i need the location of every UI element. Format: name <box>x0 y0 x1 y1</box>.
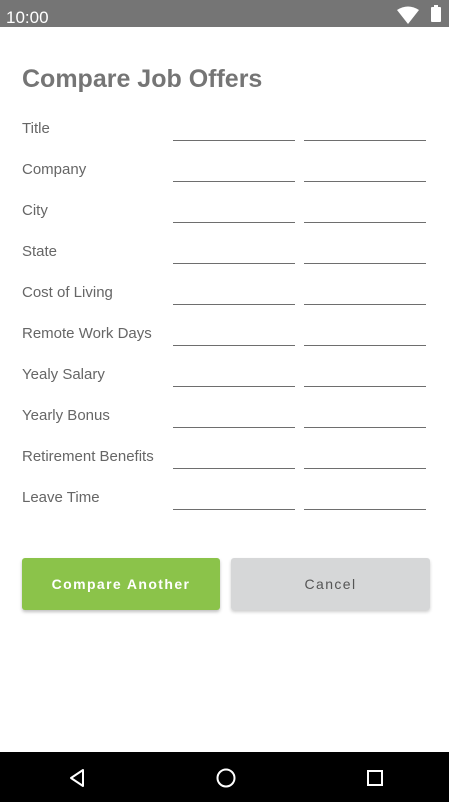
leave-time-input-offer-2[interactable] <box>304 487 426 510</box>
field-label-cost-of-living: Cost of Living <box>22 284 113 301</box>
city-input-offer-1[interactable] <box>173 200 295 223</box>
retirement-benefits-input-offer-1[interactable] <box>173 446 295 469</box>
field-label-city: City <box>22 202 48 219</box>
retirement-benefits-input-offer-2[interactable] <box>304 446 426 469</box>
form-row-state: State <box>0 233 449 274</box>
status-icons <box>397 5 441 24</box>
remote-work-days-input-offer-2[interactable] <box>304 323 426 346</box>
status-bar: 10:00 <box>0 0 449 27</box>
field-label-yearly-salary: Yealy Salary <box>22 366 105 383</box>
yearly-salary-input-offer-1[interactable] <box>173 364 295 387</box>
form-row-city: City <box>0 192 449 233</box>
form-row-yearly-bonus: Yearly Bonus <box>0 397 449 438</box>
cost-of-living-input-offer-2[interactable] <box>304 282 426 305</box>
title-input-offer-1[interactable] <box>173 118 295 141</box>
remote-work-days-input-offer-1[interactable] <box>173 323 295 346</box>
field-label-retirement-benefits: Retirement Benefits <box>22 448 154 465</box>
navigation-bar <box>0 752 449 802</box>
page-title: Compare Job Offers <box>22 65 263 93</box>
form-row-remote-work-days: Remote Work Days <box>0 315 449 356</box>
field-label-remote-work-days: Remote Work Days <box>22 325 152 342</box>
wifi-icon <box>397 6 419 24</box>
form-row-yearly-salary: Yealy Salary <box>0 356 449 397</box>
yearly-bonus-input-offer-1[interactable] <box>173 405 295 428</box>
company-input-offer-2[interactable] <box>304 159 426 182</box>
cost-of-living-input-offer-1[interactable] <box>173 282 295 305</box>
leave-time-input-offer-1[interactable] <box>173 487 295 510</box>
status-time: 10:00 <box>6 8 49 27</box>
job-compare-form: Title Company City State Cost of Living … <box>0 110 449 520</box>
home-circle-icon[interactable] <box>215 767 237 789</box>
company-input-offer-1[interactable] <box>173 159 295 182</box>
city-input-offer-2[interactable] <box>304 200 426 223</box>
cancel-button[interactable]: Cancel <box>231 558 430 610</box>
field-label-leave-time: Leave Time <box>22 489 100 506</box>
back-triangle-icon[interactable] <box>66 767 88 789</box>
form-row-title: Title <box>0 110 449 151</box>
field-label-title: Title <box>22 120 50 137</box>
field-label-company: Company <box>22 161 87 178</box>
title-input-offer-2[interactable] <box>304 118 426 141</box>
state-input-offer-1[interactable] <box>173 241 295 264</box>
form-row-retirement-benefits: Retirement Benefits <box>0 438 449 479</box>
recent-apps-square-icon[interactable] <box>364 767 386 789</box>
field-label-state: State <box>22 243 58 260</box>
yearly-salary-input-offer-2[interactable] <box>304 364 426 387</box>
field-label-yearly-bonus: Yearly Bonus <box>22 407 110 424</box>
yearly-bonus-input-offer-2[interactable] <box>304 405 426 428</box>
form-row-cost-of-living: Cost of Living <box>0 274 449 315</box>
form-row-leave-time: Leave Time <box>0 479 449 520</box>
state-input-offer-2[interactable] <box>304 241 426 264</box>
battery-icon <box>431 5 441 22</box>
compare-another-button[interactable]: Compare Another <box>22 558 220 610</box>
form-row-company: Company <box>0 151 449 192</box>
